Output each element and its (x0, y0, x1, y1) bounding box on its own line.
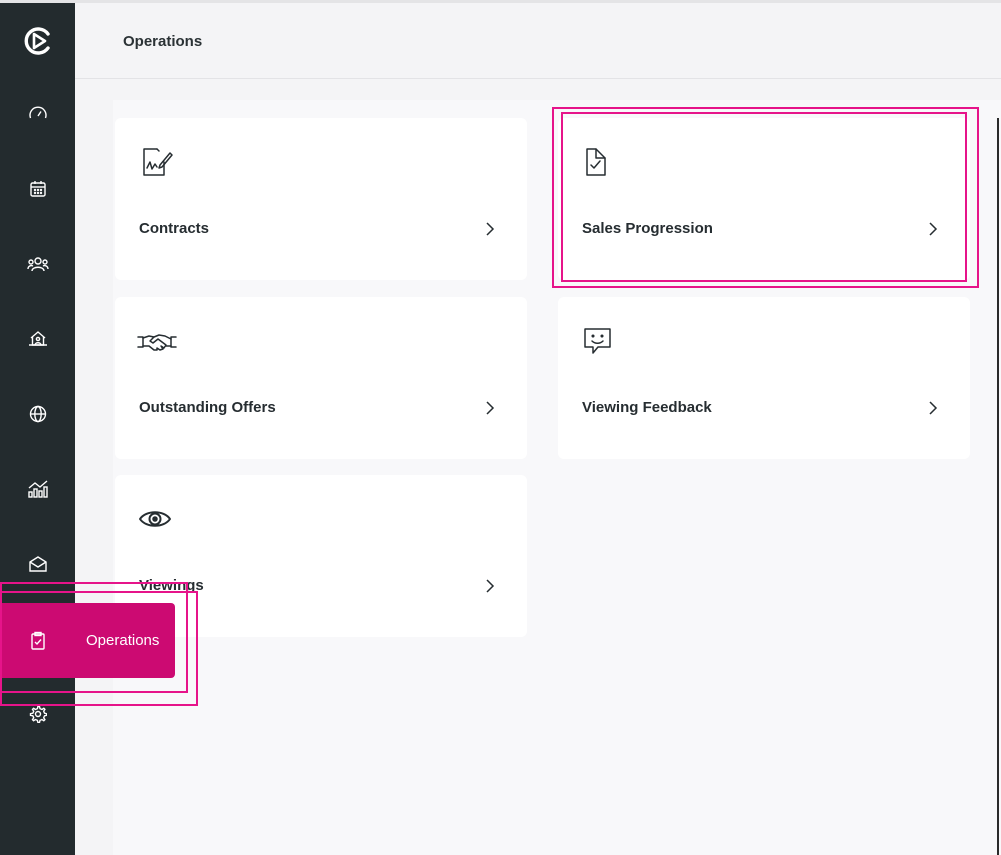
globe-icon (29, 405, 47, 428)
sidebar-item-reports[interactable] (22, 475, 54, 507)
chevron-right-icon (483, 578, 497, 594)
sidebar-item-web[interactable] (22, 400, 54, 432)
chevron-right-icon (926, 221, 940, 237)
scrollbar[interactable] (997, 118, 999, 855)
clipboard-check-icon (22, 625, 54, 657)
card-label: Contracts (139, 220, 210, 237)
card-viewings[interactable]: Viewings (115, 475, 527, 637)
calendar-icon (29, 180, 47, 203)
page-header: Operations (75, 3, 1001, 79)
sidebar-item-people[interactable] (22, 250, 54, 282)
card-outstanding-offers[interactable]: Outstanding Offers (115, 297, 527, 459)
contract-signature-icon (137, 144, 173, 180)
card-sales-progression[interactable]: Sales Progression (558, 118, 970, 280)
chevron-right-icon (483, 221, 497, 237)
card-viewing-feedback[interactable]: Viewing Feedback (558, 297, 970, 459)
sidebar-item-properties[interactable] (22, 325, 54, 357)
inbox-icon (28, 555, 48, 578)
sidebar-item-inbox[interactable] (22, 550, 54, 582)
house-icon (28, 329, 48, 354)
gear-icon (29, 705, 48, 728)
sidebar-item-settings[interactable] (22, 700, 54, 732)
main-content: Contracts Sales Progression Outstanding … (113, 100, 1001, 855)
card-contracts[interactable]: Contracts (115, 118, 527, 280)
page-title: Operations (123, 33, 203, 50)
sidebar (0, 3, 75, 855)
sidebar-item-calendar[interactable] (22, 175, 54, 207)
handshake-icon (137, 323, 177, 359)
card-label: Sales Progression (582, 220, 713, 237)
people-icon (27, 255, 49, 278)
speedometer-icon (28, 104, 48, 129)
chevron-right-icon (926, 400, 940, 416)
sidebar-item-operations[interactable]: Operations (0, 603, 175, 678)
card-label: Outstanding Offers (139, 399, 276, 416)
sidebar-item-dashboard[interactable] (22, 100, 54, 132)
speech-smile-icon (580, 323, 616, 359)
chart-icon (27, 479, 49, 504)
app-logo-icon[interactable] (22, 25, 54, 57)
document-check-icon (580, 144, 616, 180)
card-label: Viewing Feedback (582, 399, 712, 416)
sidebar-item-label: Operations (86, 632, 160, 649)
eye-icon (137, 501, 173, 537)
card-label: Viewings (139, 577, 204, 594)
chevron-right-icon (483, 400, 497, 416)
